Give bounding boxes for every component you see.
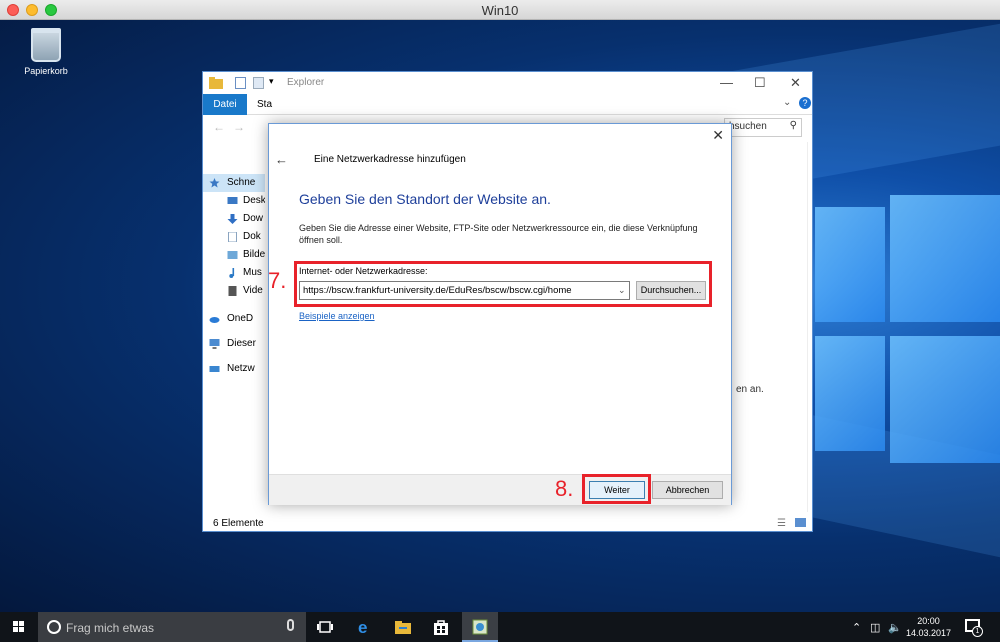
windows-logo-icon [13,621,25,633]
expand-ribbon-icon[interactable]: ⌄ [783,97,791,108]
windows-logo-pane [815,336,885,451]
network-icon [209,366,220,372]
status-bar-item-count: 6 Elemente [213,518,264,529]
dialog-header: Eine Netzwerkadresse hinzufügen [314,154,466,165]
explorer-title-bar: ▾ Explorer — ☐ ✕ [203,72,812,94]
dialog-description: Geben Sie die Adresse einer Website, FTP… [299,223,698,245]
nav-item-this-pc[interactable]: Dieser [203,335,265,353]
host-window-title: Win10 [481,3,519,18]
close-icon[interactable]: ✕ [712,127,724,144]
close-icon[interactable]: ✕ [790,75,801,91]
svg-text:e: e [358,618,367,636]
windows-logo-pane [890,195,1000,322]
explorer-hint-text: en an. [736,384,764,395]
nav-item-label: Netzw [227,363,255,374]
nav-item-desktop[interactable]: Desk [203,192,265,210]
explorer-ribbon: Datei Sta ⌄ ? [203,94,812,115]
windows-logo-pane [890,336,1000,463]
nav-item-network[interactable]: Netzw [203,360,265,378]
nav-item-label: Dow [243,213,264,224]
edge-icon[interactable]: e [356,618,374,636]
windows-logo-pane [815,207,885,322]
nav-item-pictures[interactable]: Bilde [203,246,265,264]
nav-item-quick-access[interactable]: Schne [203,174,265,192]
quick-access-dropdown-icon[interactable]: ▾ [269,76,274,87]
recycle-bin-label: Papierkorb [24,66,68,76]
explorer-title: Explorer [287,77,325,88]
nav-item-label: Dieser [227,338,256,349]
microphone-icon[interactable] [287,619,294,631]
next-button[interactable]: Weiter [589,481,645,499]
video-icon [228,286,237,296]
show-hidden-icons-icon[interactable]: ⌃ [852,621,861,634]
nav-item-label: Schne [227,177,256,188]
tab-start[interactable]: Sta [257,99,272,110]
nav-item-videos[interactable]: Vide [203,282,265,300]
music-icon [229,268,235,278]
clock-time: 20:00 [917,616,940,626]
onedrive-icon [209,317,220,323]
document-icon [228,232,237,242]
folder-icon [209,77,223,89]
back-arrow-icon[interactable]: ← [213,120,225,134]
step-7-annotation: 7. [268,268,287,293]
back-arrow-icon[interactable]: ← [275,152,288,167]
task-view-icon[interactable] [316,618,334,636]
file-explorer-icon[interactable] [394,618,412,636]
help-icon[interactable]: ? [799,97,811,109]
control-panel-icon[interactable] [471,618,489,636]
cancel-button[interactable]: Abbrechen [652,481,723,499]
show-examples-link[interactable]: Beispiele anzeigen [299,311,375,321]
desktop-icon [227,197,238,204]
navigation-pane: Schne Desk Dow Dok Bilde Mus Vide OneD D… [203,150,265,510]
tab-file[interactable]: Datei [203,94,247,115]
nav-item-label: OneD [227,313,254,324]
browse-button[interactable]: Durchsuchen... [636,281,706,300]
nav-item-label: Vide [243,285,263,296]
download-icon [227,214,238,224]
recycle-bin[interactable]: Papierkorb [14,28,78,76]
minimize-icon[interactable]: — [720,75,733,90]
maximize-icon[interactable]: ☐ [754,75,766,91]
star-icon [209,178,220,188]
clock-date: 14.03.2017 [906,628,952,638]
nav-item-documents[interactable]: Dok [203,228,265,246]
notification-count-badge: 1 [972,626,983,637]
address-field-label: Internet- oder Netzwerkadresse: [299,266,428,276]
store-icon[interactable] [432,618,450,636]
explorer-scrollbar[interactable] [807,142,808,512]
network-status-icon[interactable]: ◫ [870,621,880,634]
nav-item-label: Mus [243,267,262,278]
properties-icon[interactable] [235,77,246,89]
explorer-search-input[interactable]: hsuchen ⚲ [724,118,802,137]
address-input[interactable]: https://bscw.frankfurt-university.de/Edu… [299,281,630,300]
cortana-search-placeholder: Frag mich etwas [66,621,155,635]
new-folder-icon[interactable] [253,77,264,89]
cortana-icon [47,620,61,634]
chevron-down-icon[interactable]: ⌄ [618,285,626,296]
nav-item-music[interactable]: Mus [203,264,265,282]
pictures-icon [227,251,238,259]
nav-item-label: Bilde [243,249,265,260]
search-placeholder: hsuchen [729,121,767,132]
search-icon: ⚲ [789,120,797,131]
cortana-search-input[interactable]: Frag mich etwas [38,612,306,642]
taskbar: Frag mich etwas e ⌃ ◫ 🔈 20:00 14.03.2017… [0,612,1000,642]
clock[interactable]: 20:00 14.03.2017 [906,615,951,639]
computer-icon [209,339,220,349]
nav-item-label: Desk [243,195,265,206]
start-button[interactable] [0,612,38,642]
large-icons-view-icon[interactable] [795,518,806,527]
volume-icon[interactable]: 🔈 [888,621,902,634]
nav-item-onedrive[interactable]: OneD [203,310,265,328]
forward-arrow-icon[interactable]: → [233,120,245,134]
dialog-title: Geben Sie den Standort der Website an. [299,191,551,207]
host-title-bar: Win10 [0,0,1000,20]
step-8-annotation: 8. [555,476,574,501]
nav-item-label: Dok [243,231,261,242]
nav-item-downloads[interactable]: Dow [203,210,265,228]
details-view-icon[interactable]: ☰ [777,518,786,529]
recycle-bin-icon [31,28,61,62]
add-network-location-dialog: ✕ ← Eine Netzwerkadresse hinzufügen Gebe… [268,123,732,505]
